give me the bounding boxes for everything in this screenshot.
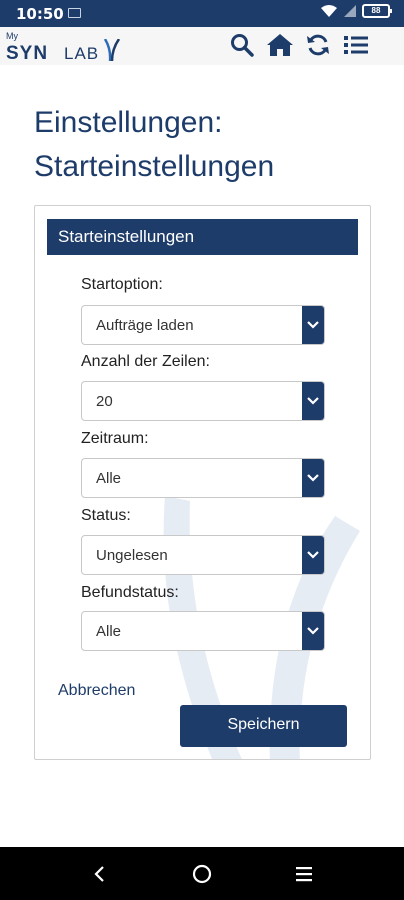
gallery-notification-icon — [68, 8, 81, 18]
cancel-link[interactable]: Abbrechen — [58, 682, 135, 700]
refresh-icon[interactable] — [304, 31, 332, 59]
status-label: Status: — [81, 507, 131, 524]
startoption-select[interactable]: Aufträge laden — [81, 305, 325, 345]
status-time: 10:50 — [16, 5, 64, 23]
toolbar-icons — [228, 31, 370, 59]
system-nav-bar — [0, 847, 404, 900]
status-bar: 10:50 x 88 — [0, 0, 404, 27]
menu-list-icon[interactable] — [342, 31, 370, 59]
home-circle-icon[interactable] — [188, 860, 216, 888]
status-icons: x 88 — [320, 4, 392, 18]
zeitraum-value: Alle — [96, 470, 122, 487]
zeitraum-select[interactable]: Alle — [81, 458, 325, 498]
rows-count-value: 20 — [96, 393, 113, 410]
card-header: Starteinstellungen — [47, 219, 358, 255]
logo-my: My — [6, 31, 18, 41]
logo-lab: LAB — [64, 44, 100, 63]
befundstatus-value: Alle — [96, 623, 122, 640]
startoption-value: Aufträge laden — [96, 317, 194, 334]
befundstatus-label: Befundstatus: — [81, 584, 179, 601]
rows-count-select[interactable]: 20 — [81, 381, 325, 421]
status-select[interactable]: Ungelesen — [81, 535, 325, 575]
back-icon[interactable] — [86, 860, 114, 888]
settings-card: Starteinstellungen Startoption: Aufträge… — [34, 205, 371, 760]
chevron-down-icon[interactable] — [302, 382, 324, 420]
page-title-line1: Einstellungen: — [34, 106, 223, 139]
rows-count-label: Anzahl der Zeilen: — [81, 353, 210, 370]
battery-icon: 88 — [362, 4, 392, 18]
chevron-down-icon[interactable] — [302, 459, 324, 497]
home-icon[interactable] — [266, 31, 294, 59]
startoption-label: Startoption: — [81, 276, 163, 293]
befundstatus-select[interactable]: Alle — [81, 611, 325, 651]
recents-icon[interactable] — [290, 860, 318, 888]
chevron-down-icon[interactable] — [302, 536, 324, 574]
app-bar: My SYN LAB — [0, 27, 404, 65]
status-value: Ungelesen — [96, 547, 168, 564]
search-icon[interactable] — [228, 31, 256, 59]
svg-text:x: x — [332, 12, 336, 18]
page-title: Einstellungen: Starteinstellungen — [34, 101, 274, 189]
save-button[interactable]: Speichern — [180, 705, 347, 747]
wifi-icon: x — [321, 5, 337, 18]
logo-mark-icon — [103, 39, 121, 61]
chevron-down-icon[interactable] — [302, 306, 324, 344]
chevron-down-icon[interactable] — [302, 612, 324, 650]
signal-icon — [344, 5, 356, 17]
page-title-line2: Starteinstellungen — [34, 150, 275, 183]
zeitraum-label: Zeitraum: — [81, 430, 149, 447]
logo-syn: SYN — [6, 43, 49, 64]
